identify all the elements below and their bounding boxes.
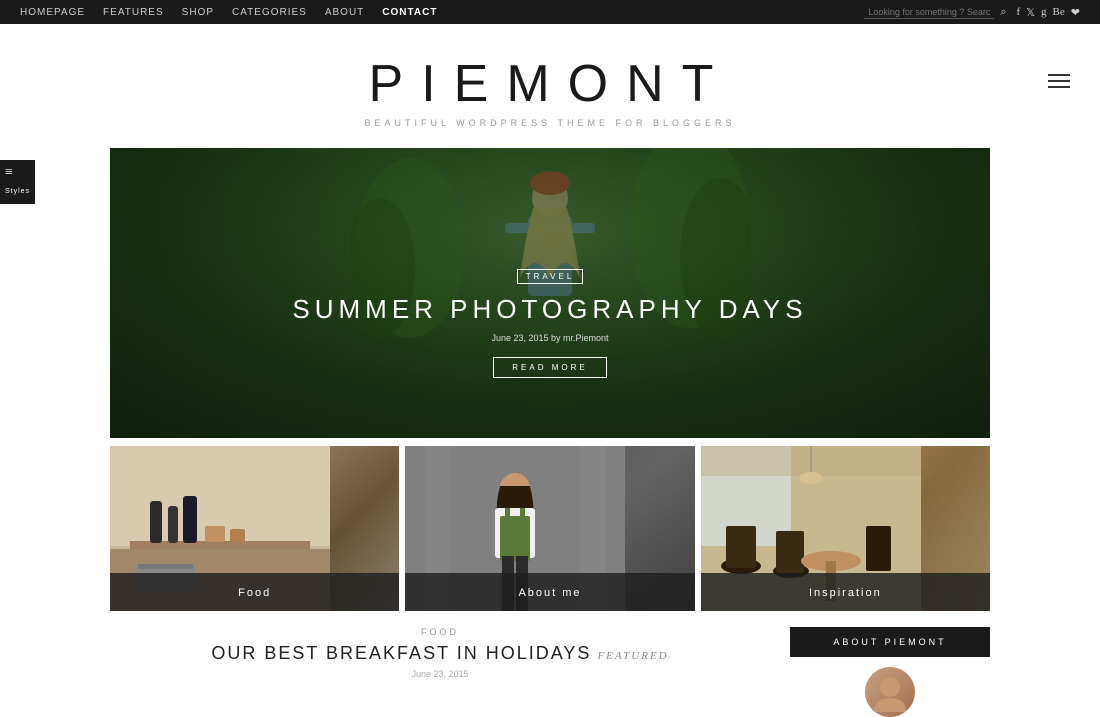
- nav-homepage[interactable]: HOMEPAGE: [20, 7, 85, 18]
- hero-category-badge: TRAVEL: [517, 269, 584, 284]
- sidebar-right: ABOUT PIEMONT: [790, 627, 990, 717]
- card-inspiration[interactable]: Inspiration: [701, 446, 990, 611]
- card-grid: Food: [110, 446, 990, 611]
- search-icon[interactable]: ⌕: [1000, 6, 1006, 19]
- post-title: OUR BEST BREAKFAST IN HOLIDAYS featured: [110, 643, 770, 664]
- googleplus-icon[interactable]: g: [1041, 6, 1047, 18]
- hero-meta: June 23, 2015 by mr.Piemont: [110, 333, 990, 343]
- nav-about[interactable]: ABOUT: [325, 7, 364, 18]
- hero-overlay: TRAVEL SUMMER PHOTOGRAPHY DAYS June 23, …: [110, 266, 990, 378]
- search-area: ⌕: [864, 6, 1006, 19]
- featured-post: FOOD OUR BEST BREAKFAST IN HOLIDAYS featu…: [110, 627, 770, 679]
- hero-section: TRAVEL SUMMER PHOTOGRAPHY DAYS June 23, …: [110, 148, 990, 438]
- behance-icon[interactable]: Be: [1053, 6, 1065, 18]
- top-navigation: HOMEPAGE FEATURES SHOP CATEGORIES ABOUT …: [0, 0, 1100, 24]
- site-tagline: BEAUTIFUL WORDPRESS THEME FOR BLOGGERS: [20, 118, 1080, 128]
- hamburger-line-1: [1048, 74, 1070, 76]
- card-inspiration-label: Inspiration: [809, 587, 882, 599]
- nav-contact[interactable]: CONTACT: [382, 7, 437, 18]
- styles-widget[interactable]: ≡ Styles: [0, 160, 35, 204]
- nav-features[interactable]: FEATURES: [103, 7, 164, 18]
- twitter-icon[interactable]: 𝕏: [1026, 6, 1035, 19]
- card-aboutme-label-bar: About me: [405, 573, 694, 611]
- post-title-text: OUR BEST BREAKFAST IN HOLIDAYS: [211, 643, 591, 663]
- styles-label: Styles: [5, 188, 30, 195]
- card-food-label-bar: Food: [110, 573, 399, 611]
- facebook-icon[interactable]: f: [1017, 6, 1021, 18]
- nav-shop[interactable]: SHOP: [182, 7, 214, 18]
- hero-read-more-button[interactable]: READ MORE: [493, 357, 606, 378]
- post-date: June 23, 2015: [110, 669, 770, 679]
- bottom-section: FOOD OUR BEST BREAKFAST IN HOLIDAYS featu…: [110, 627, 990, 717]
- card-aboutme-label: About me: [518, 587, 581, 599]
- card-aboutme[interactable]: About me: [405, 446, 694, 611]
- styles-icon: ≡: [5, 166, 30, 180]
- hamburger-button[interactable]: [1048, 74, 1070, 88]
- avatar: [865, 667, 915, 717]
- pinterest-icon[interactable]: ❤: [1071, 6, 1080, 19]
- social-icons: f 𝕏 g Be ❤: [1017, 6, 1081, 19]
- about-piemont-button[interactable]: ABOUT PIEMONT: [790, 627, 990, 657]
- hero-title: SUMMER PHOTOGRAPHY DAYS: [110, 294, 990, 325]
- nav-right: ⌕ f 𝕏 g Be ❤: [864, 6, 1080, 19]
- card-food[interactable]: Food: [110, 446, 399, 611]
- nav-links: HOMEPAGE FEATURES SHOP CATEGORIES ABOUT …: [20, 7, 437, 18]
- site-title[interactable]: PIEMONT: [20, 54, 1080, 114]
- hamburger-line-2: [1048, 80, 1070, 82]
- post-featured-label: featured: [597, 650, 668, 662]
- nav-categories[interactable]: CATEGORIES: [232, 7, 307, 18]
- hero-background: TRAVEL SUMMER PHOTOGRAPHY DAYS June 23, …: [110, 148, 990, 438]
- card-inspiration-label-bar: Inspiration: [701, 573, 990, 611]
- card-food-label: Food: [238, 587, 271, 599]
- hamburger-line-3: [1048, 86, 1070, 88]
- site-header: PIEMONT BEAUTIFUL WORDPRESS THEME FOR BL…: [0, 24, 1100, 138]
- post-category-tag[interactable]: FOOD: [110, 627, 770, 637]
- search-input[interactable]: [864, 6, 994, 19]
